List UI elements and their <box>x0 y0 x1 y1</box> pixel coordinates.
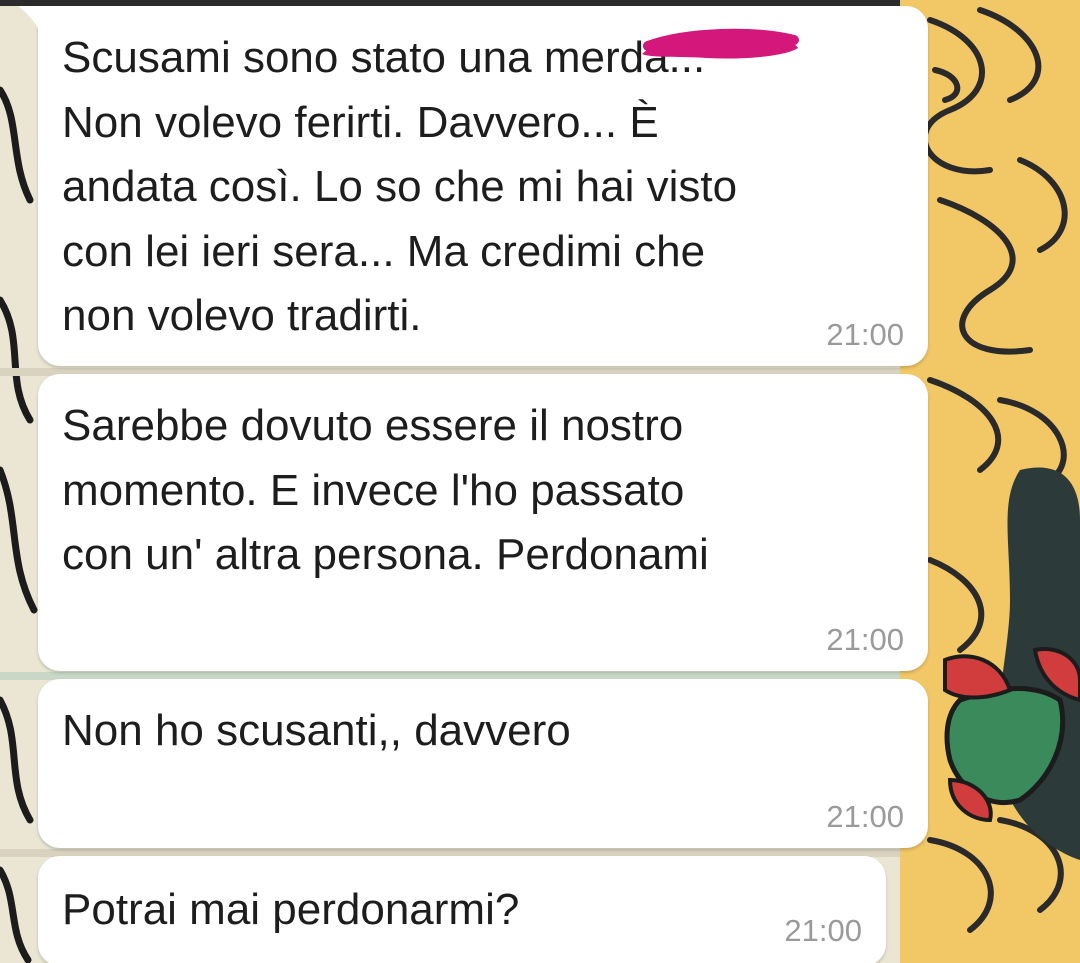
message-bubble[interactable]: Potrai mai perdonarmi? 21:00 <box>38 856 886 963</box>
redaction-scribble <box>642 28 799 59</box>
message-timestamp: 21:00 <box>826 317 904 352</box>
message-timestamp: 21:00 <box>826 799 904 834</box>
message-text: Scusami sono stato una merda... Non vole… <box>62 33 738 340</box>
message-text: Sarebbe dovuto essere il nostro momento.… <box>62 401 709 579</box>
message-text: Potrai mai perdonarmi? <box>62 885 520 934</box>
message-bubble[interactable]: Sarebbe dovuto essere il nostro momento.… <box>38 374 928 671</box>
bubble-tail <box>18 6 40 32</box>
message-timestamp: 21:00 <box>826 622 904 657</box>
message-text: Non ho scusanti,, davvero <box>62 706 571 755</box>
message-bubble[interactable]: Non ho scusanti,, davvero 21:00 <box>38 679 928 848</box>
message-timestamp: 21:00 <box>784 913 862 948</box>
